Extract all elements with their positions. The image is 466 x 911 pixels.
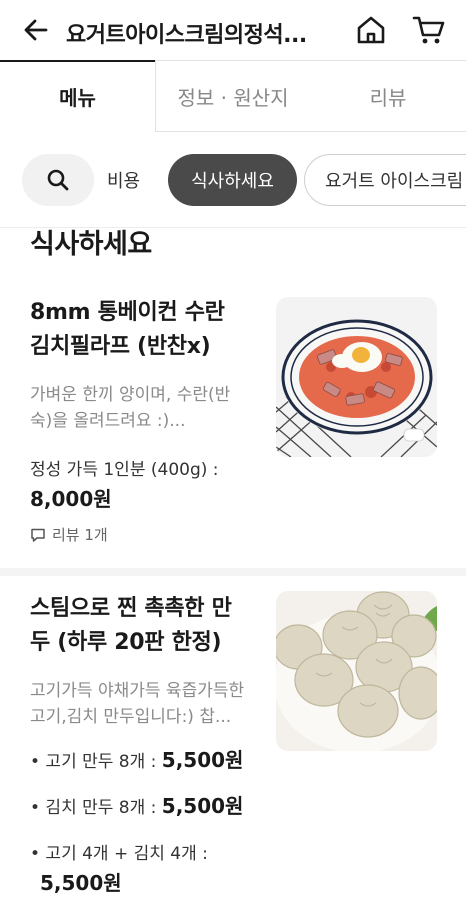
chip-category[interactable]: 비용	[95, 154, 157, 206]
back-arrow-icon[interactable]	[20, 14, 52, 46]
category-chips: 비용 식사하세요 요거트 아이스크림	[0, 152, 466, 208]
item-name-line: 스팀으로 찐 촉촉한 만	[30, 596, 232, 621]
option-label: • 고기 4개 + 김치 4개 :	[30, 844, 208, 864]
store-title: 요거트아이스크림의정석...	[66, 23, 307, 48]
review-count[interactable]: 리뷰 1개	[30, 524, 108, 545]
speech-bubble-icon	[31, 528, 45, 542]
item-name-line: 8mm 통베이컨 수란	[30, 300, 225, 325]
option-label: • 김치 만두 8개 :	[30, 798, 162, 818]
tab-menu[interactable]: 메뉴	[0, 60, 155, 132]
tab-reviews[interactable]: 리뷰	[310, 60, 466, 132]
option-row: • 김치 만두 8개 : 5,500원	[30, 790, 243, 819]
chip-category[interactable]: 요거트 아이스크림	[304, 154, 466, 206]
search-icon	[47, 169, 69, 191]
item-description-line: 고기가득 야채가득 육즙가득한	[30, 681, 245, 701]
item-description-line: 가벼운 한끼 양이며, 수란(반	[30, 385, 231, 405]
menu-search-button[interactable]	[22, 154, 94, 206]
option-price: 5,500원	[161, 794, 244, 818]
item-name-line: 두 (하루 20판 한정)	[30, 630, 222, 655]
item-description-line: 고기,김치 만두입니다:) 찹...	[30, 707, 232, 727]
dumpling-photo[interactable]	[276, 591, 437, 751]
item-name-line: 김치필라프 (반찬x)	[30, 334, 211, 359]
option-label: • 고기 만두 8개 :	[30, 752, 162, 772]
item-divider	[0, 568, 466, 576]
item-description-line: 숙)을 올려드려요 :)...	[30, 411, 186, 431]
tab-info-origin[interactable]: 정보 · 원산지	[156, 60, 310, 132]
option-price: 5,500원	[161, 748, 244, 772]
chip-category-active[interactable]: 식사하세요	[168, 154, 297, 206]
option-row: • 고기 만두 8개 : 5,500원	[30, 744, 243, 773]
option-price: 8,000원	[30, 487, 112, 511]
cart-icon[interactable]	[411, 13, 447, 47]
kimchi-pilaf-photo[interactable]	[276, 297, 437, 457]
item-description: 고기가득 야채가득 육즙가득한 고기,김치 만두입니다:) 찹...	[30, 678, 255, 730]
review-count-label: 리뷰 1개	[52, 526, 108, 544]
top-header: 요거트아이스크림의정석...	[0, 0, 466, 62]
item-name: 스팀으로 찐 촉촉한 만 두 (하루 20판 한정)	[30, 592, 260, 660]
option-label: 정성 가득 1인분 (400g) :	[30, 460, 219, 480]
home-icon[interactable]	[354, 13, 388, 47]
item-name: 8mm 통베이컨 수란 김치필라프 (반찬x)	[30, 296, 260, 364]
menu-tabs: 메뉴 정보 · 원산지 리뷰	[0, 60, 466, 132]
option-price: 5,500원	[40, 871, 122, 895]
section-title: 식사하세요	[30, 229, 152, 260]
item-description: 가벼운 한끼 양이며, 수란(반 숙)을 올려드려요 :)...	[30, 382, 255, 434]
